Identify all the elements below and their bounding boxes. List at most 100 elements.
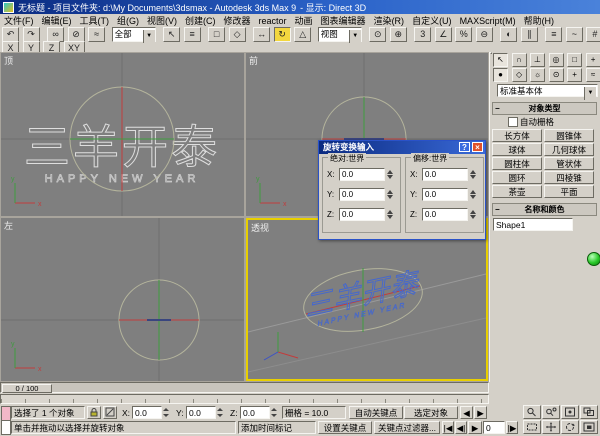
spinner[interactable] bbox=[469, 168, 478, 181]
selection-filter-dropdown[interactable]: 全部▼ bbox=[112, 27, 156, 42]
menu-graph-editors[interactable]: 图表编辑器 bbox=[317, 14, 370, 27]
select-and-manipulate-icon[interactable]: ⊕ bbox=[390, 27, 407, 42]
x-coordinate-field[interactable]: 0.0 bbox=[132, 406, 162, 419]
viewport-front-label[interactable]: 前 bbox=[249, 54, 258, 67]
zoom-extents-all-button[interactable] bbox=[580, 405, 598, 419]
lights-category-icon[interactable]: ☼ bbox=[530, 68, 545, 82]
menu-tools[interactable]: 工具(T) bbox=[76, 14, 114, 27]
spinner[interactable] bbox=[270, 406, 278, 419]
chevron-down-icon[interactable]: ▼ bbox=[584, 87, 596, 100]
hierarchy-tab-icon[interactable]: ⊥ bbox=[530, 53, 545, 67]
selected-filter-dropdown[interactable]: 选定对象 bbox=[404, 406, 458, 419]
display-tab-icon[interactable]: □ bbox=[567, 53, 582, 67]
cameras-category-icon[interactable]: ⊙ bbox=[549, 68, 564, 82]
current-frame-field[interactable]: 0 bbox=[483, 421, 505, 434]
object-name-field[interactable]: Shape1 bbox=[493, 218, 573, 231]
y-coordinate-field[interactable]: 0.0 bbox=[186, 406, 216, 419]
spinner[interactable] bbox=[216, 406, 224, 419]
spinner[interactable] bbox=[386, 208, 395, 221]
offset-y-field[interactable]: 0.0 bbox=[422, 188, 468, 201]
spinner[interactable] bbox=[469, 208, 478, 221]
viewport-top-label[interactable]: 顶 bbox=[4, 54, 13, 67]
autogrid-checkbox[interactable] bbox=[508, 117, 518, 127]
window-crossing-icon[interactable]: ◇ bbox=[229, 27, 246, 42]
maxscript-mini-listener-macro[interactable] bbox=[1, 406, 11, 421]
select-and-link-icon[interactable]: ∞ bbox=[47, 27, 64, 42]
shapes-category-icon[interactable]: ◇ bbox=[512, 68, 527, 82]
angle-snap-icon[interactable]: ∠ bbox=[435, 27, 452, 42]
pan-button[interactable] bbox=[542, 420, 560, 434]
absolute-z-field[interactable]: 0.0 bbox=[339, 208, 385, 221]
menu-help[interactable]: 帮助(H) bbox=[520, 14, 559, 27]
use-pivot-center-icon[interactable]: ⊙ bbox=[369, 27, 386, 42]
auto-key-button[interactable]: 自动关键点 bbox=[349, 406, 403, 419]
select-and-move-icon[interactable]: ↔ bbox=[253, 27, 270, 42]
time-slider-handle[interactable]: 0 / 100 bbox=[2, 384, 52, 393]
selection-lock-button[interactable] bbox=[87, 406, 101, 419]
zoom-all-button[interactable] bbox=[542, 405, 560, 419]
menu-customize[interactable]: 自定义(U) bbox=[408, 14, 456, 27]
unlink-selection-icon[interactable]: ⊘ bbox=[68, 27, 85, 42]
offset-x-field[interactable]: 0.0 bbox=[422, 168, 468, 181]
cylinder-button[interactable]: 圆柱体 bbox=[492, 157, 542, 170]
name-color-rollout[interactable]: − 名称和颜色 bbox=[492, 203, 597, 216]
time-slider[interactable]: 0 / 100 bbox=[0, 382, 489, 393]
reference-coordinate-dropdown[interactable]: 视图▼ bbox=[318, 27, 362, 42]
key-filters-button[interactable]: 关键点过滤器... bbox=[374, 421, 440, 434]
pyramid-button[interactable]: 四棱锥 bbox=[544, 171, 594, 184]
viewport-left-label[interactable]: 左 bbox=[4, 219, 13, 232]
geosphere-button[interactable]: 几何球体 bbox=[544, 143, 594, 156]
spinner[interactable] bbox=[386, 168, 395, 181]
zoom-region-button[interactable] bbox=[523, 420, 541, 434]
arc-rotate-button[interactable] bbox=[561, 420, 579, 434]
object-type-rollout[interactable]: − 对象类型 bbox=[492, 102, 597, 115]
object-color-swatch[interactable] bbox=[490, 52, 492, 54]
spinner-snap-icon[interactable]: ⊖ bbox=[476, 27, 493, 42]
menu-modifiers[interactable]: 修改器 bbox=[220, 14, 255, 27]
spinner[interactable] bbox=[386, 188, 395, 201]
collapse-icon[interactable]: − bbox=[495, 103, 500, 114]
zoom-extents-button[interactable] bbox=[561, 405, 579, 419]
percent-snap-icon[interactable]: % bbox=[455, 27, 472, 42]
next-key-button[interactable]: ▶ bbox=[474, 406, 487, 419]
absolute-offset-mode-button[interactable] bbox=[103, 406, 117, 419]
select-object-icon[interactable]: ↖ bbox=[163, 27, 180, 42]
set-key-button[interactable]: 设置关键点 bbox=[318, 421, 372, 434]
menu-edit[interactable]: 编辑(E) bbox=[38, 14, 76, 27]
viewport-perspective-label[interactable]: 透视 bbox=[251, 221, 269, 234]
geometry-category-icon[interactable]: ● bbox=[493, 68, 508, 82]
collapse-icon[interactable]: − bbox=[495, 204, 500, 215]
cone-button[interactable]: 圆锥体 bbox=[544, 129, 594, 142]
menu-reactor[interactable]: reactor bbox=[255, 16, 291, 26]
chevron-down-icon[interactable]: ▼ bbox=[349, 30, 361, 43]
time-tag[interactable]: 添加时间标记 bbox=[238, 421, 316, 434]
create-tab-icon[interactable]: ↖ bbox=[493, 53, 508, 67]
select-and-rotate-icon[interactable]: ↻ bbox=[274, 27, 291, 42]
curve-editor-icon[interactable]: ~ bbox=[566, 27, 583, 42]
menu-maxscript[interactable]: MAXScript(M) bbox=[456, 16, 520, 26]
viewport-perspective[interactable]: 透视 三羊开泰 HAPPY NEW YEAR bbox=[246, 218, 488, 381]
zoom-button[interactable] bbox=[523, 405, 541, 419]
chevron-down-icon[interactable]: ▼ bbox=[143, 30, 155, 43]
spinner[interactable] bbox=[162, 406, 170, 419]
menu-rendering[interactable]: 渲染(R) bbox=[370, 14, 409, 27]
mirror-icon[interactable]: ◐ bbox=[500, 27, 517, 42]
maxscript-mini-listener[interactable] bbox=[1, 420, 11, 435]
motion-tab-icon[interactable]: ◎ bbox=[549, 53, 564, 67]
snap-toggle-icon[interactable]: 3 bbox=[414, 27, 431, 42]
select-and-scale-icon[interactable]: △ bbox=[294, 27, 311, 42]
spinner[interactable] bbox=[469, 188, 478, 201]
maximize-viewport-toggle-button[interactable] bbox=[580, 420, 598, 434]
offset-z-field[interactable]: 0.0 bbox=[422, 208, 468, 221]
menu-file[interactable]: 文件(F) bbox=[0, 14, 38, 27]
menu-views[interactable]: 视图(V) bbox=[143, 14, 181, 27]
viewport-top[interactable]: 顶 三羊开泰 HAPPY NEW YEAR x y bbox=[1, 53, 244, 216]
track-bar[interactable] bbox=[0, 394, 489, 404]
absolute-x-field[interactable]: 0.0 bbox=[339, 168, 385, 181]
space-warps-category-icon[interactable]: ≈ bbox=[586, 68, 600, 82]
helpers-category-icon[interactable]: + bbox=[567, 68, 582, 82]
undo-icon[interactable]: ↶ bbox=[2, 27, 19, 42]
selection-region-icon[interactable]: □ bbox=[208, 27, 225, 42]
primitive-category-dropdown[interactable]: 标准基本体▼ bbox=[497, 84, 598, 97]
plane-button[interactable]: 平面 bbox=[544, 185, 594, 198]
